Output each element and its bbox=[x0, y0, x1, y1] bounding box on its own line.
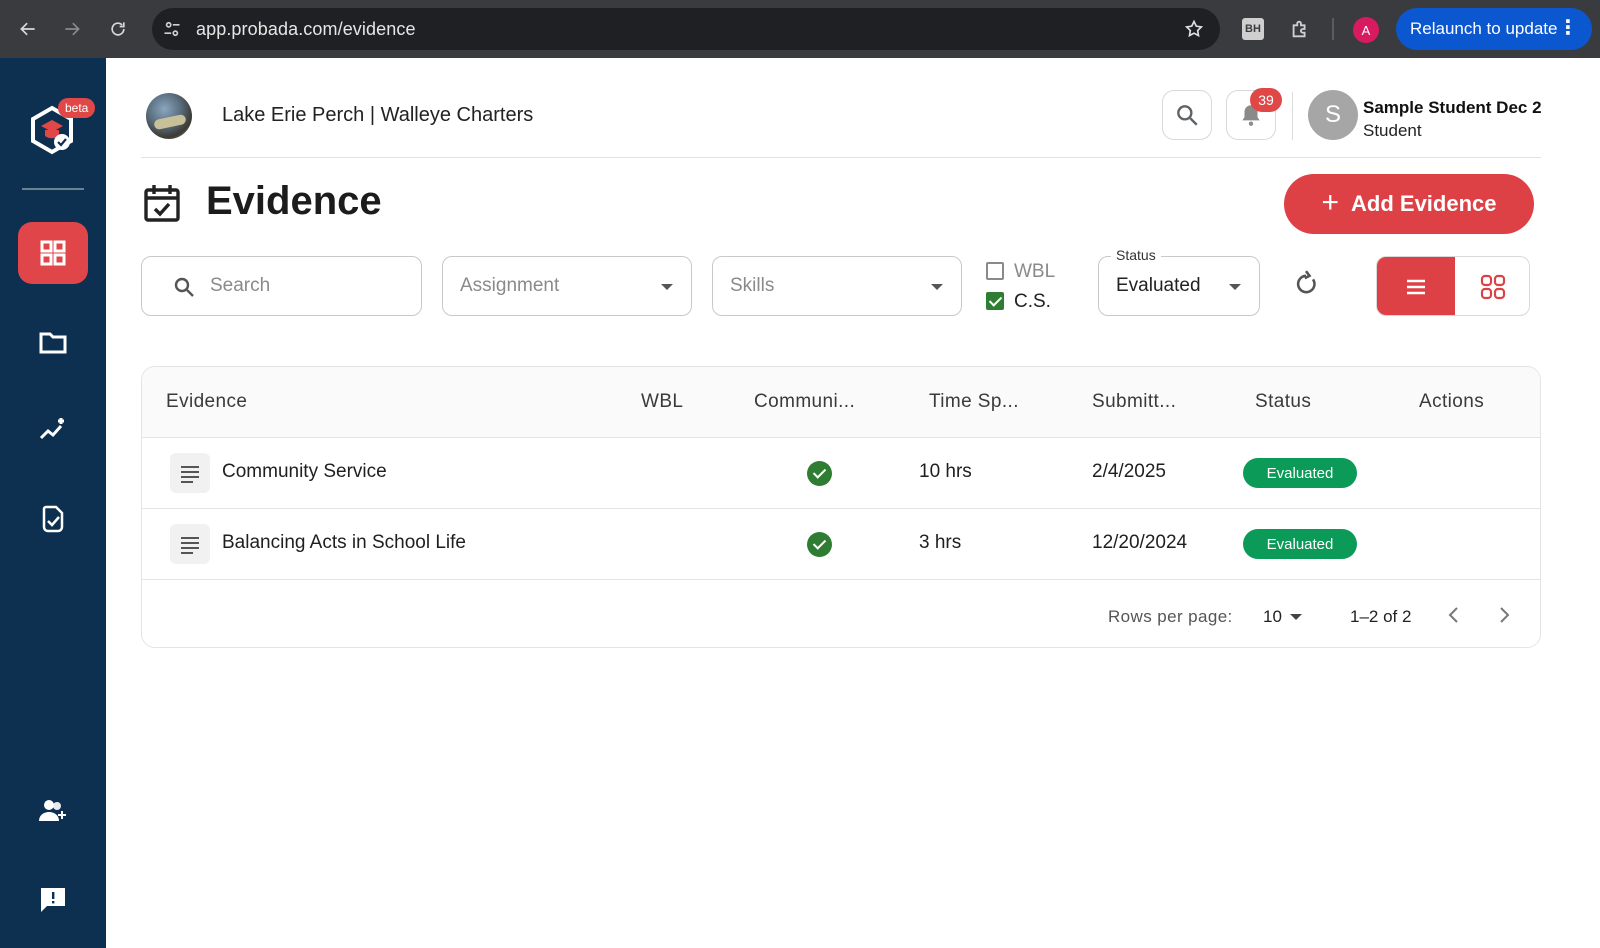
reload-icon[interactable] bbox=[102, 13, 134, 45]
chevron-down-icon bbox=[931, 284, 943, 290]
chevron-down-icon bbox=[1229, 284, 1241, 290]
organization-name: Lake Erie Perch | Walleye Charters bbox=[222, 104, 534, 126]
skills-placeholder: Skills bbox=[730, 275, 775, 296]
time-spent-cell: 10 hrs bbox=[919, 461, 972, 482]
notification-count-badge: 39 bbox=[1250, 88, 1282, 112]
wbl-checkbox-label[interactable]: WBL bbox=[1014, 261, 1055, 283]
bookmark-star-icon[interactable] bbox=[1184, 19, 1204, 39]
header-divider-line bbox=[141, 157, 1541, 158]
document-lines-icon bbox=[170, 453, 210, 493]
sidebar-item-dashboard[interactable] bbox=[18, 222, 88, 284]
search-input[interactable]: Search bbox=[141, 256, 422, 316]
url-text[interactable]: app.probada.com/evidence bbox=[196, 19, 416, 40]
skills-select[interactable]: Skills bbox=[712, 256, 962, 316]
list-view-button[interactable] bbox=[1377, 257, 1455, 315]
column-header-community[interactable]: Communi... bbox=[754, 391, 855, 413]
plus-icon: + bbox=[1321, 185, 1340, 219]
document-lines-icon bbox=[170, 524, 210, 564]
list-icon bbox=[1407, 279, 1425, 295]
evidence-title[interactable]: Community Service bbox=[222, 461, 387, 483]
chevron-down-icon[interactable] bbox=[1290, 614, 1302, 620]
submitted-date-cell: 12/20/2024 bbox=[1092, 532, 1188, 553]
column-header-actions: Actions bbox=[1419, 391, 1485, 412]
chevron-down-icon bbox=[661, 284, 673, 290]
page-title: Evidence bbox=[206, 179, 382, 223]
browser-toolbar: app.probada.com/evidence BH A Relaunch t… bbox=[0, 0, 1600, 58]
extension-bh-icon[interactable]: BH bbox=[1242, 18, 1264, 40]
check-circle-icon bbox=[807, 532, 832, 557]
sidebar-item-feedback[interactable] bbox=[18, 869, 88, 931]
extensions-puzzle-icon[interactable] bbox=[1286, 15, 1314, 43]
sparkle-chart-icon bbox=[39, 418, 64, 440]
search-placeholder: Search bbox=[210, 275, 271, 296]
forward-icon[interactable] bbox=[56, 13, 88, 45]
organization-avatar bbox=[146, 93, 192, 139]
header-divider bbox=[1292, 92, 1293, 140]
status-select[interactable]: Status Evaluated bbox=[1098, 247, 1260, 316]
evidence-title[interactable]: Balancing Acts in School Life bbox=[222, 532, 466, 554]
table-row[interactable]: Community Service 10 hrs 2/4/2025 Evalua… bbox=[142, 438, 1540, 509]
search-icon bbox=[174, 277, 194, 297]
grid-icon bbox=[40, 240, 66, 266]
add-evidence-button[interactable]: + Add Evidence bbox=[1284, 174, 1534, 234]
user-avatar[interactable]: S bbox=[1308, 90, 1358, 140]
rows-per-page-select[interactable]: 10 bbox=[1263, 607, 1282, 627]
sidebar-item-growth[interactable] bbox=[18, 399, 88, 461]
cs-checkbox-label[interactable]: C.S. bbox=[1014, 291, 1051, 313]
relaunch-label: Relaunch to update bbox=[1410, 19, 1558, 38]
search-icon bbox=[1177, 105, 1198, 126]
sidebar-item-evidence[interactable] bbox=[18, 488, 88, 550]
column-header-status[interactable]: Status bbox=[1255, 391, 1311, 413]
feedback-icon bbox=[41, 888, 65, 912]
pagination-range: 1–2 of 2 bbox=[1350, 607, 1412, 626]
column-header-wbl[interactable]: WBL bbox=[641, 391, 683, 413]
person-add-icon bbox=[39, 800, 66, 821]
cs-checkbox[interactable] bbox=[986, 292, 1004, 310]
table-header: Evidence WBL Communi... Time Sp... Submi… bbox=[142, 367, 1540, 438]
user-name[interactable]: Sample Student Dec 2 bbox=[1363, 98, 1542, 118]
refresh-icon[interactable] bbox=[1292, 270, 1320, 298]
table-row[interactable]: Balancing Acts in School Life 3 hrs 12/2… bbox=[142, 509, 1540, 580]
submitted-date-cell: 2/4/2025 bbox=[1092, 461, 1166, 482]
back-icon[interactable] bbox=[12, 13, 44, 45]
assignment-select[interactable]: Assignment bbox=[442, 256, 692, 316]
calendar-check-icon bbox=[144, 185, 180, 222]
evidence-table: Evidence WBL Communi... Time Sp... Submi… bbox=[141, 366, 1541, 648]
relaunch-button[interactable]: Relaunch to update ⋮ bbox=[1396, 8, 1592, 50]
column-header-evidence[interactable]: Evidence bbox=[166, 391, 247, 413]
toolbar-divider bbox=[1332, 18, 1334, 40]
status-badge: Evaluated bbox=[1243, 458, 1357, 488]
folder-icon bbox=[39, 332, 67, 354]
beta-badge: beta bbox=[58, 98, 96, 118]
previous-page-icon[interactable] bbox=[1442, 603, 1466, 627]
header-search-button[interactable] bbox=[1162, 90, 1212, 140]
status-badge: Evaluated bbox=[1243, 529, 1357, 559]
grid-view-button[interactable] bbox=[1455, 257, 1529, 315]
document-check-icon bbox=[42, 505, 64, 533]
sidebar-divider bbox=[22, 188, 84, 190]
check-circle-icon bbox=[807, 461, 832, 486]
sidebar-item-portfolio[interactable] bbox=[18, 311, 88, 373]
view-toggle bbox=[1376, 256, 1530, 316]
site-settings-icon[interactable] bbox=[162, 19, 182, 39]
status-field-label: Status bbox=[1111, 247, 1161, 263]
sidebar-item-invite[interactable] bbox=[18, 780, 88, 842]
user-role: Student bbox=[1363, 121, 1422, 140]
column-header-submitted[interactable]: Submitt... bbox=[1092, 391, 1176, 413]
next-page-icon[interactable] bbox=[1492, 603, 1516, 627]
status-select-value: Evaluated bbox=[1116, 275, 1201, 296]
more-menu-icon[interactable]: ⋮ bbox=[1558, 18, 1578, 38]
table-pagination: Rows per page: 10 1–2 of 2 bbox=[142, 581, 1540, 647]
address-bar[interactable]: app.probada.com/evidence bbox=[152, 8, 1220, 50]
add-evidence-label: Add Evidence bbox=[1351, 191, 1497, 216]
wbl-checkbox[interactable] bbox=[986, 262, 1004, 280]
grid-icon bbox=[1480, 274, 1506, 300]
sidebar: beta bbox=[0, 58, 106, 948]
profile-avatar[interactable]: A bbox=[1353, 17, 1379, 43]
assignment-placeholder: Assignment bbox=[460, 275, 560, 296]
time-spent-cell: 3 hrs bbox=[919, 532, 962, 553]
rows-per-page-label: Rows per page: bbox=[1108, 607, 1233, 626]
column-header-time-spent[interactable]: Time Sp... bbox=[929, 391, 1019, 413]
